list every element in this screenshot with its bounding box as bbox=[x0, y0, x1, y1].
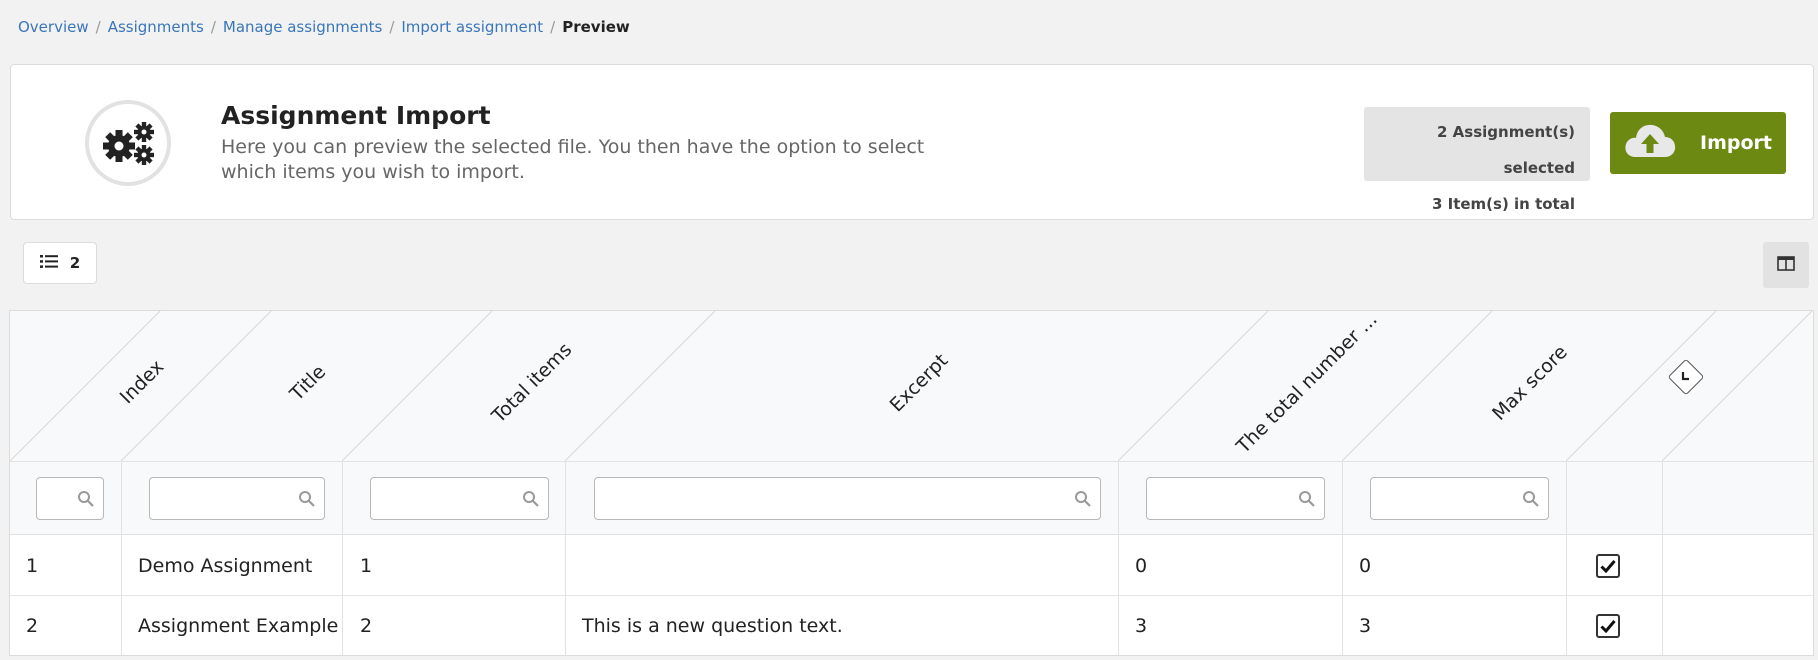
breadcrumb-overview[interactable]: Overview bbox=[18, 18, 89, 36]
search-icon bbox=[1075, 491, 1091, 507]
breadcrumb-import-assignment[interactable]: Import assignment bbox=[401, 18, 543, 36]
excerpt-filter[interactable] bbox=[594, 477, 1101, 520]
checkmark-icon bbox=[1600, 620, 1616, 633]
breadcrumb-separator: / bbox=[389, 18, 395, 36]
page-description: Here you can preview the selected file. … bbox=[221, 136, 925, 183]
list-count: 2 bbox=[69, 254, 81, 272]
import-button[interactable]: Import bbox=[1610, 112, 1786, 174]
search-icon bbox=[523, 491, 539, 507]
list-icon bbox=[39, 254, 58, 273]
total-number-filter[interactable] bbox=[1146, 477, 1325, 520]
cell-total-items: 2 bbox=[360, 615, 373, 637]
breadcrumb-current: Preview bbox=[562, 18, 630, 36]
columns-icon bbox=[1777, 255, 1795, 275]
search-icon bbox=[299, 491, 315, 507]
selection-summary: 2 Assignment(s) selected 3 Item(s) in to… bbox=[1364, 107, 1590, 213]
cell-excerpt: This is a new question text. bbox=[582, 615, 843, 637]
row-select-checkbox[interactable] bbox=[1596, 614, 1620, 638]
items-total-count: 3 Item(s) in total bbox=[1431, 195, 1575, 213]
cloud-upload-icon bbox=[1622, 121, 1678, 166]
max-score-filter[interactable] bbox=[1370, 477, 1549, 520]
search-icon bbox=[1523, 491, 1539, 507]
breadcrumb: Overview / Assignments / Manage assignme… bbox=[18, 18, 630, 36]
columns-toggle[interactable] bbox=[1763, 242, 1809, 288]
breadcrumb-separator: / bbox=[550, 18, 556, 36]
cell-total-number: 3 bbox=[1135, 615, 1148, 637]
title-filter[interactable] bbox=[149, 477, 325, 520]
checkmark-icon bbox=[1600, 560, 1616, 573]
assignments-selected-count: 2 Assignment(s) selected bbox=[1437, 123, 1575, 177]
table-row: 1 Demo Assignment 1 0 0 bbox=[10, 536, 1813, 596]
cell-title: Demo Assignment bbox=[138, 555, 313, 577]
cell-index: 2 bbox=[26, 615, 39, 637]
breadcrumb-manage-assignments[interactable]: Manage assignments bbox=[223, 18, 382, 36]
header-panel: Assignment Import Here you can preview t… bbox=[10, 64, 1814, 220]
total-items-filter[interactable] bbox=[370, 477, 549, 520]
page-title: Assignment Import bbox=[221, 101, 491, 130]
import-preview-table: Index Title Total items Excerpt The tota… bbox=[9, 310, 1814, 656]
cell-max-score: 3 bbox=[1359, 615, 1372, 637]
search-icon bbox=[1299, 491, 1315, 507]
excerpt-filter-input[interactable] bbox=[595, 478, 1100, 519]
table-header: Index Title Total items Excerpt The tota… bbox=[10, 311, 1813, 461]
cell-total-number: 0 bbox=[1135, 555, 1148, 577]
cell-index: 1 bbox=[26, 555, 39, 577]
breadcrumb-separator: / bbox=[95, 18, 101, 36]
breadcrumb-separator: / bbox=[210, 18, 216, 36]
import-button-label: Import bbox=[1700, 132, 1772, 154]
search-icon bbox=[78, 491, 94, 507]
cell-title: Assignment Example bbox=[138, 615, 339, 637]
row-select-checkbox[interactable] bbox=[1596, 554, 1620, 578]
cell-max-score: 0 bbox=[1359, 555, 1372, 577]
breadcrumb-assignments[interactable]: Assignments bbox=[108, 18, 204, 36]
filter-row bbox=[10, 461, 1813, 535]
gears-icon bbox=[85, 100, 171, 186]
index-filter[interactable] bbox=[36, 477, 104, 520]
cell-total-items: 1 bbox=[360, 555, 373, 577]
table-row: 2 Assignment Example 2 This is a new que… bbox=[10, 596, 1813, 655]
list-view-toggle[interactable]: 2 bbox=[23, 242, 97, 284]
